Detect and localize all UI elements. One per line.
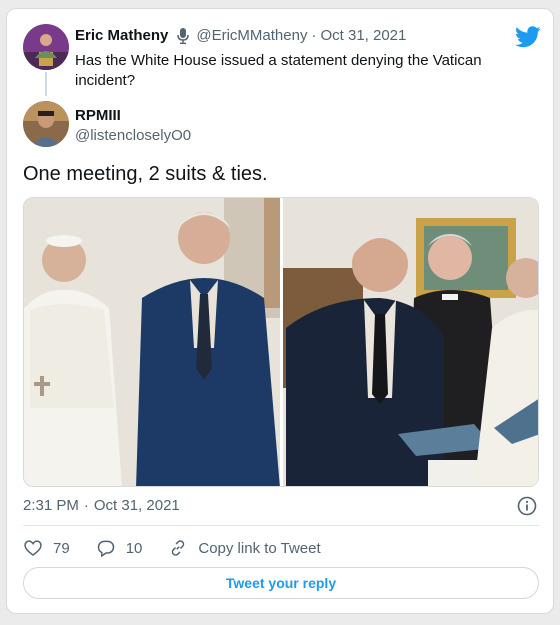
author-name[interactable]: RPMIII — [75, 107, 121, 124]
tweet-time: 2:31 PM — [23, 497, 79, 514]
copy-link-label: Copy link to Tweet — [198, 539, 321, 557]
tweet-timestamp[interactable]: 2:31 PM · Oct 31, 2021 — [23, 497, 180, 514]
quoted-tweet-header: Eric Matheny @EricMMatheny · Oct 31, 202… — [75, 27, 406, 44]
media-photo-left[interactable] — [24, 198, 280, 487]
author-avatar[interactable] — [23, 101, 69, 147]
tweet-text: One meeting, 2 suits & ties. — [23, 163, 268, 185]
quoted-tweet-date[interactable]: Oct 31, 2021 — [320, 27, 406, 44]
author-handle[interactable]: @listencloselyO0 — [75, 127, 191, 144]
heart-icon — [24, 540, 42, 557]
link-icon — [172, 540, 185, 556]
header-separator: · — [311, 27, 317, 44]
quoted-tweet-text: Has the White House issued a statement d… — [75, 52, 482, 89]
timestamp-separator: · — [83, 497, 89, 514]
divider — [23, 525, 539, 526]
thread-connector — [45, 72, 47, 96]
like-button[interactable]: 79 — [23, 538, 70, 558]
reply-bubble-icon — [97, 540, 114, 558]
tweet-embed-card: Eric Matheny @EricMMatheny · Oct 31, 202… — [6, 8, 554, 614]
microphone-icon — [177, 27, 190, 44]
tweet-actions: 79 10 Copy link to Tweet — [23, 537, 347, 559]
quoted-author-name[interactable]: Eric Matheny — [75, 27, 168, 44]
quoted-author-handle[interactable]: @EricMMatheny — [196, 27, 307, 44]
tweet-media[interactable] — [23, 197, 539, 487]
reply-button[interactable]: 10 — [96, 538, 143, 558]
media-divider — [280, 198, 283, 486]
copy-link-button[interactable]: Copy link to Tweet — [168, 538, 321, 558]
media-photo-right[interactable] — [283, 198, 539, 487]
twitter-bird-icon[interactable] — [515, 26, 541, 48]
info-icon[interactable] — [517, 496, 537, 516]
reply-count: 10 — [125, 539, 143, 557]
like-count: 79 — [53, 539, 70, 557]
tweet-your-reply-button[interactable]: Tweet your reply — [23, 567, 539, 599]
quoted-author-avatar[interactable] — [23, 24, 69, 70]
tweet-date: Oct 31, 2021 — [93, 497, 180, 514]
